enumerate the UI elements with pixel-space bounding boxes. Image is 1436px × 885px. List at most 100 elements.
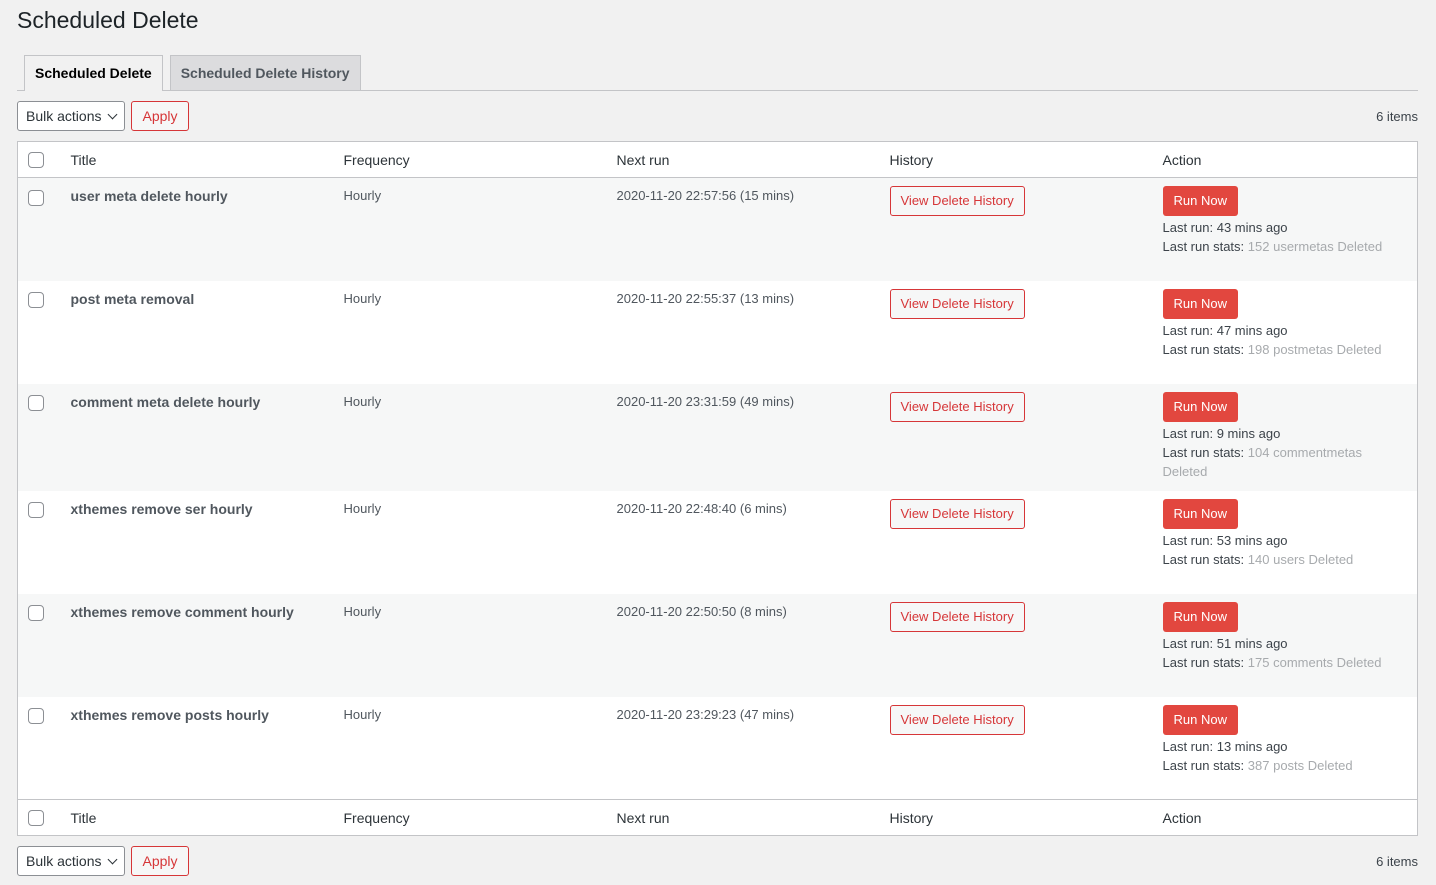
- last-run-stats: Last run stats: 198 postmetas Deleted: [1163, 340, 1408, 359]
- view-delete-history-button[interactable]: View Delete History: [889, 601, 1025, 632]
- run-now-button[interactable]: Run Now: [1162, 288, 1238, 319]
- row-title[interactable]: comment meta delete hourly: [71, 394, 261, 410]
- tablenav-bottom: Bulk actions Apply 6 items: [17, 836, 1418, 885]
- tab-scheduled-delete[interactable]: Scheduled Delete: [24, 55, 163, 91]
- row-checkbox[interactable]: [28, 605, 44, 622]
- bulk-actions-select-top[interactable]: Bulk actions: [17, 101, 126, 131]
- column-footer-title: Title: [70, 809, 97, 826]
- row-frequency: Hourly: [343, 500, 382, 516]
- row-action-cell: Run Now Last run: 9 mins ago Last run st…: [1153, 384, 1418, 491]
- column-footer-next-run: Next run: [616, 809, 670, 826]
- row-checkbox[interactable]: [28, 395, 44, 412]
- bulk-actions-label: Bulk actions: [26, 108, 102, 124]
- row-frequency: Hourly: [343, 188, 382, 203]
- bulk-actions-label: Bulk actions: [26, 853, 102, 869]
- select-all-checkbox-footer[interactable]: [28, 810, 44, 827]
- row-history-cell: View Delete History: [880, 178, 1153, 281]
- apply-button-bottom[interactable]: Apply: [131, 846, 189, 876]
- row-checkbox[interactable]: [28, 189, 44, 206]
- last-run-stats-label: Last run stats:: [1162, 757, 1245, 773]
- view-delete-history-button[interactable]: View Delete History: [889, 498, 1025, 529]
- last-run-stats: Last run stats: 387 posts Deleted: [1163, 756, 1408, 775]
- row-title[interactable]: user meta delete hourly: [71, 188, 228, 204]
- view-delete-history-button[interactable]: View Delete History: [889, 186, 1025, 216]
- last-run: Last run: 53 mins ago: [1163, 531, 1408, 550]
- row-title-cell: xthemes remove posts hourly: [61, 697, 334, 800]
- last-run-stats: Last run stats: 140 users Deleted: [1163, 550, 1408, 569]
- select-all-checkbox[interactable]: [28, 152, 44, 169]
- page-title: Scheduled Delete: [17, 7, 199, 33]
- row-title[interactable]: xthemes remove posts hourly: [71, 707, 269, 723]
- row-checkbox-cell: [18, 281, 61, 384]
- last-run-stats-label: Last run stats:: [1162, 551, 1245, 567]
- last-run-label: Last run:: [1162, 532, 1214, 548]
- last-run: Last run: 51 mins ago: [1163, 634, 1408, 653]
- last-run-stats: Last run stats: 175 comments Deleted: [1163, 653, 1408, 672]
- row-checkbox-cell: [18, 491, 61, 594]
- scheduled-delete-table: Title Frequency Next run History Action …: [17, 141, 1418, 836]
- last-run-label: Last run:: [1162, 425, 1214, 441]
- row-checkbox-cell: [18, 178, 61, 281]
- last-run-stats-value: 387 posts Deleted: [1247, 757, 1353, 773]
- run-now-button[interactable]: Run Now: [1162, 601, 1238, 632]
- last-run: Last run: 47 mins ago: [1163, 321, 1408, 340]
- last-run-stats-value: 140 users Deleted: [1247, 551, 1354, 567]
- row-checkbox[interactable]: [28, 708, 44, 725]
- last-run-stats-value: 152 usermetas Deleted: [1247, 239, 1383, 254]
- table-row: post meta removal Hourly 2020-11-20 22:5…: [18, 281, 1418, 384]
- row-action-cell: Run Now Last run: 51 mins ago Last run s…: [1153, 594, 1418, 697]
- row-frequency: Hourly: [343, 393, 382, 409]
- last-run-stats: Last run stats: 152 usermetas Deleted: [1163, 237, 1408, 256]
- row-action-cell: Run Now Last run: 43 mins ago Last run s…: [1153, 178, 1418, 281]
- tab-scheduled-delete-history[interactable]: Scheduled Delete History: [169, 55, 361, 90]
- select-all-cell-footer: [18, 800, 61, 836]
- row-checkbox[interactable]: [28, 502, 44, 519]
- last-run: Last run: 9 mins ago: [1163, 424, 1408, 443]
- run-now-button[interactable]: Run Now: [1162, 391, 1238, 422]
- row-next-run: 2020-11-20 23:31:59 (49 mins): [616, 393, 795, 409]
- view-delete-history-button[interactable]: View Delete History: [889, 391, 1025, 422]
- last-run-label: Last run:: [1162, 738, 1214, 754]
- view-delete-history-button[interactable]: View Delete History: [889, 704, 1025, 735]
- row-frequency: Hourly: [343, 706, 382, 722]
- row-next-run: 2020-11-20 22:48:40 (6 mins): [616, 500, 787, 516]
- row-history-cell: View Delete History: [880, 697, 1153, 800]
- tablenav-top: Bulk actions Apply 6 items: [17, 91, 1418, 141]
- column-footer-history: History: [889, 809, 934, 826]
- select-all-cell: [18, 142, 61, 178]
- table-header-row: Title Frequency Next run History Action: [17, 142, 1418, 178]
- column-header-title: Title: [70, 151, 97, 168]
- last-run-stats-label: Last run stats:: [1162, 444, 1245, 460]
- last-run-value: 9 mins ago: [1216, 425, 1281, 441]
- run-now-button[interactable]: Run Now: [1162, 704, 1238, 735]
- table-footer-row: Title Frequency Next run History Action: [17, 799, 1418, 836]
- row-checkbox[interactable]: [28, 292, 44, 309]
- last-run-value: 53 mins ago: [1216, 532, 1288, 548]
- row-title[interactable]: xthemes remove comment hourly: [71, 604, 294, 620]
- last-run-stats-label: Last run stats:: [1162, 239, 1245, 254]
- row-next-run: 2020-11-20 22:50:50 (8 mins): [616, 603, 787, 619]
- column-header-history: History: [889, 151, 934, 168]
- last-run-value: 13 mins ago: [1216, 738, 1288, 754]
- last-run-stats-value: 198 postmetas Deleted: [1247, 341, 1382, 357]
- row-history-cell: View Delete History: [880, 594, 1153, 697]
- row-title[interactable]: xthemes remove ser hourly: [71, 501, 253, 517]
- run-now-button[interactable]: Run Now: [1162, 186, 1238, 216]
- apply-button-top[interactable]: Apply: [131, 101, 189, 131]
- table-row: xthemes remove posts hourly Hourly 2020-…: [18, 697, 1418, 800]
- run-now-button[interactable]: Run Now: [1162, 498, 1238, 529]
- chevron-down-icon: [108, 109, 118, 119]
- table-row: xthemes remove comment hourly Hourly 202…: [17, 593, 1418, 697]
- row-frequency: Hourly: [343, 603, 382, 619]
- row-title-cell: post meta removal: [61, 281, 334, 384]
- row-next-run: 2020-11-20 22:55:37 (13 mins): [616, 290, 795, 306]
- row-history-cell: View Delete History: [880, 384, 1153, 491]
- column-header-next-run: Next run: [616, 151, 670, 168]
- row-checkbox-cell: [18, 384, 61, 491]
- view-delete-history-button[interactable]: View Delete History: [889, 288, 1025, 319]
- row-title[interactable]: post meta removal: [71, 291, 195, 307]
- last-run-value: 47 mins ago: [1216, 322, 1288, 338]
- bulk-actions-select-bottom[interactable]: Bulk actions: [17, 846, 126, 876]
- row-action-cell: Run Now Last run: 47 mins ago Last run s…: [1153, 281, 1418, 384]
- row-action-cell: Run Now Last run: 13 mins ago Last run s…: [1153, 697, 1418, 800]
